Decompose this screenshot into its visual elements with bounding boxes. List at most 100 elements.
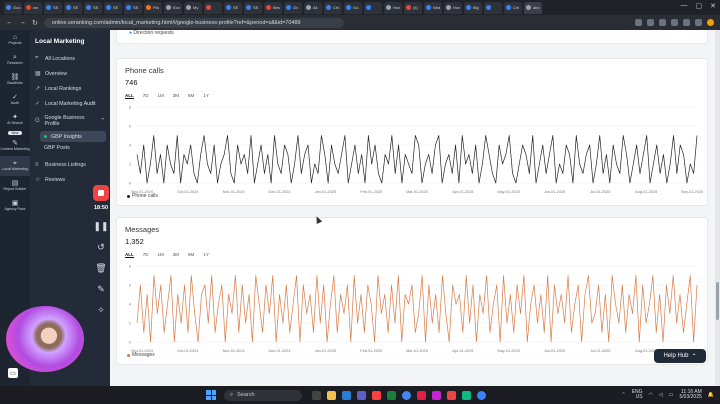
browser-tab[interactable]: SE [64,1,82,14]
outlook-icon[interactable] [342,390,351,400]
effects-icon[interactable]: ✧ [97,305,105,316]
browser-tab[interactable]: SE [244,1,262,14]
rail-item-local-marketing[interactable]: ⌖ Local Marketing [0,156,30,176]
range-3m[interactable]: 3M [173,93,179,99]
sidebar-item-local-marketing-audit[interactable]: ✓ Local Marketing Audit [30,96,110,111]
rail-item-ai-search[interactable]: ✦ AI Search [0,110,30,130]
teams-icon[interactable] [357,390,366,400]
sidebar-item-all-locations[interactable]: ⌖ All Locations [30,51,110,66]
chevron-up-icon[interactable]: ⌃ [622,392,626,398]
stop-recording-button[interactable] [93,185,109,201]
browser-tab[interactable]: Bes [264,1,282,14]
app-icon[interactable] [387,390,396,400]
notifications-icon[interactable]: 🔔 [708,392,714,398]
range-7d[interactable]: 7D [143,252,149,258]
range-1m[interactable]: 1M [158,93,164,99]
phone-calls-legend[interactable]: Phone calls [127,193,158,199]
scrollbar-track[interactable] [715,30,720,386]
url-field[interactable]: online.seranking.com/admin/local_marketi… [43,17,344,28]
browser-tab[interactable]: Eco [164,1,182,14]
browser-tab[interactable]: All [304,1,322,14]
adobe-icon[interactable] [432,390,441,400]
browser-tab[interactable]: Chi [504,1,522,14]
draw-icon[interactable]: ✎ [97,284,105,295]
browser-tab[interactable]: SE [44,1,62,14]
sidebar-subitem-gbp-posts[interactable]: GBP Posts [30,142,110,153]
messages-legend[interactable]: Messages [127,352,155,358]
range-6m[interactable]: 6M [188,93,194,99]
sidebar-item-google-business-profile[interactable]: G Google Business Profile ⌃ [30,111,110,131]
browser-tab[interactable]: Hov [384,1,402,14]
browser-tab[interactable]: Hov [444,1,462,14]
chrome-icon[interactable] [477,390,486,400]
sidebar-item-overview[interactable]: ▦ Overview [30,66,110,81]
browser-tab[interactable] [204,1,222,14]
browser-tab[interactable]: SE [84,1,102,14]
range-3m[interactable]: 3M [173,252,179,258]
sidebar-item-business-listings[interactable]: ≡ Business Listings [30,157,110,172]
rail-item-content-marketing[interactable]: ✎ Content Marketing [0,136,30,156]
series-line[interactable] [136,275,698,343]
browser-tab[interactable]: SE [104,1,122,14]
sidebar-item-local-rankings[interactable]: ↗ Local Rankings [30,81,110,96]
rail-item-audit[interactable]: ✓ Audit [0,90,30,110]
camera-toggle-icon[interactable]: ▭ [8,368,18,378]
browser-tab[interactable]: Big [464,1,482,14]
rail-item-backlinks[interactable]: ⛓ Backlinks [0,70,30,90]
rail-item-agency-pack[interactable]: ▣ Agency Pack [0,196,30,216]
rail-item-projects[interactable]: ⌂ Projects [0,30,30,50]
range-1y[interactable]: 1Y [203,252,209,258]
direction-requests-legend[interactable]: ● Direction requests [129,30,174,36]
back-icon[interactable]: ← [6,19,13,26]
extension-icon[interactable] [671,19,678,26]
range-all[interactable]: ALL [125,252,134,258]
rail-item-report-builder[interactable]: ▤ Report Builder [0,176,30,196]
chrome-icon[interactable] [402,390,411,400]
range-1y[interactable]: 1Y [203,93,209,99]
range-1m[interactable]: 1M [158,252,164,258]
reload-icon[interactable]: ↻ [32,19,38,27]
browser-tab[interactable]: My [184,1,202,14]
taskbar-search[interactable]: ⌕ Search [224,389,302,401]
pause-icon[interactable]: ❚❚ [93,221,108,232]
delete-icon[interactable]: 🗑 [95,263,106,274]
extension-icon[interactable] [683,19,690,26]
browser-tab[interactable]: Ov [284,1,302,14]
range-7d[interactable]: 7D [143,93,149,99]
help-hub-button[interactable]: Help Hub ⌃ [654,349,706,363]
app-icon[interactable] [417,390,426,400]
range-6m[interactable]: 6M [188,252,194,258]
browser-tab[interactable]: Goo [4,1,22,14]
app-icon[interactable] [462,390,471,400]
volume-icon[interactable]: ◁ [659,392,663,398]
task-view-icon[interactable] [312,390,321,400]
language-indicator[interactable]: ENG US [632,389,643,401]
range-all[interactable]: ALL [125,93,134,99]
wifi-icon[interactable]: ◠ [649,392,653,398]
sidebar-subitem-gbp-insights[interactable]: GBP Insights [40,131,106,142]
extension-icon[interactable] [647,19,654,26]
browser-tab[interactable]: (4) [404,1,422,14]
browser-tab[interactable] [364,1,382,14]
close-icon[interactable]: ✕ [710,2,716,10]
file-explorer-icon[interactable] [327,390,336,400]
webcam-bubble[interactable] [6,306,84,372]
minimize-icon[interactable]: — [681,2,688,10]
profile-avatar[interactable] [707,19,714,26]
browser-tab[interactable] [484,1,502,14]
browser-tab[interactable]: Go [344,1,362,14]
windows-start-icon[interactable] [206,390,216,400]
restart-icon[interactable]: ↺ [97,242,105,253]
app-icon[interactable] [447,390,456,400]
browser-tab[interactable]: Wat [424,1,442,14]
forward-icon[interactable]: → [19,19,26,26]
browser-tab[interactable]: Pla [144,1,162,14]
browser-tab[interactable]: SE [224,1,242,14]
rail-item-research[interactable]: ⌕ Research [0,50,30,70]
series-line[interactable] [136,135,698,184]
clock[interactable]: 11:16 AM 5/03/2025 [680,389,702,401]
extension-icon[interactable] [659,19,666,26]
browser-tab[interactable]: SE [124,1,142,14]
maximize-icon[interactable]: ▢ [696,2,703,10]
browser-tab[interactable]: Chi [324,1,342,14]
